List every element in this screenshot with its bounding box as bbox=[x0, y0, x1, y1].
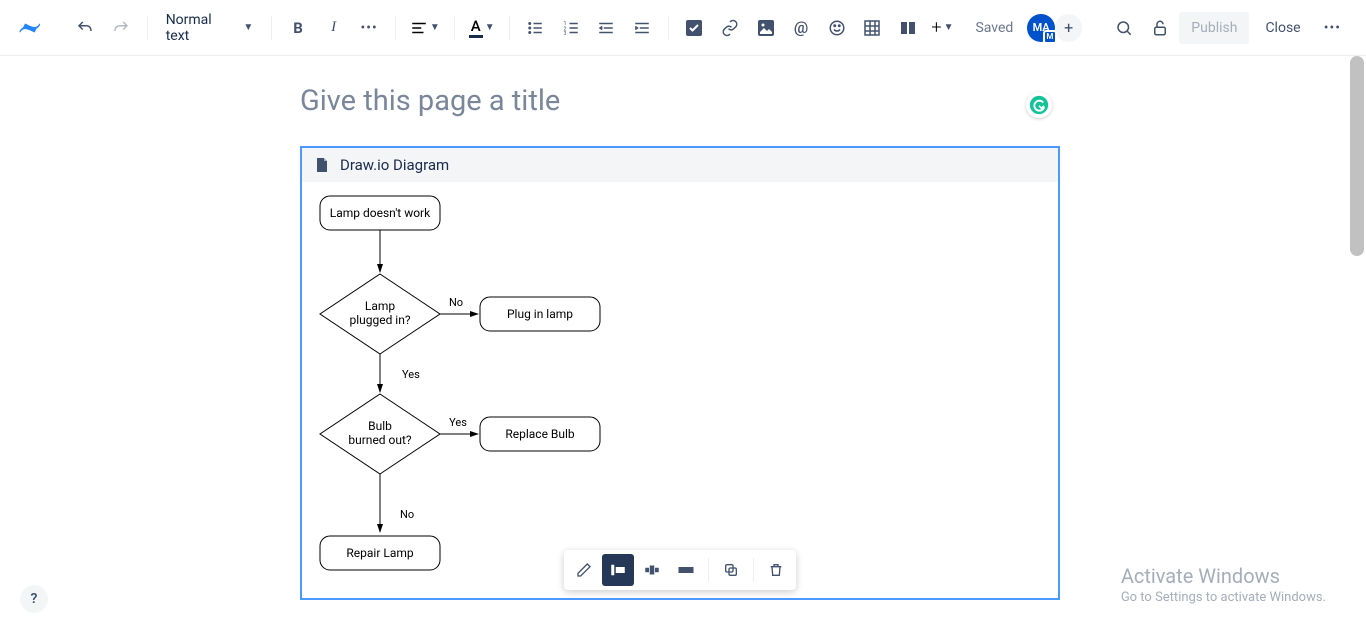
watermark-title: Activate Windows bbox=[1121, 564, 1326, 588]
insert-dropdown[interactable]: + ▼ bbox=[927, 12, 957, 44]
numbered-list-button[interactable]: 123 bbox=[555, 12, 587, 44]
page-title-input[interactable]: Give this page a title bbox=[300, 84, 1060, 118]
help-button[interactable]: ? bbox=[20, 585, 48, 613]
svg-text:Repair Lamp: Repair Lamp bbox=[346, 546, 413, 560]
svg-text:Lamp doesn't work: Lamp doesn't work bbox=[330, 206, 431, 220]
emoji-button[interactable] bbox=[821, 12, 853, 44]
saved-status: Saved bbox=[975, 20, 1013, 36]
alignment-dropdown[interactable]: ▼ bbox=[406, 12, 444, 44]
separator bbox=[509, 16, 510, 40]
grammarly-icon[interactable] bbox=[1026, 92, 1052, 118]
svg-text:plugged in?: plugged in? bbox=[349, 313, 410, 327]
text-style-label: Normal text bbox=[166, 12, 238, 44]
italic-button[interactable]: I bbox=[318, 12, 350, 44]
invite-button[interactable]: + bbox=[1055, 14, 1083, 42]
copy-button[interactable] bbox=[715, 554, 747, 586]
document-icon bbox=[314, 157, 330, 173]
svg-text:burned out?: burned out? bbox=[348, 433, 412, 447]
image-button[interactable] bbox=[750, 12, 782, 44]
separator bbox=[147, 16, 148, 40]
align-left-button[interactable] bbox=[602, 554, 634, 586]
chevron-down-icon: ▼ bbox=[243, 22, 253, 33]
svg-text:3: 3 bbox=[563, 30, 566, 36]
separator bbox=[454, 16, 455, 40]
separator bbox=[668, 16, 669, 40]
undo-button[interactable] bbox=[70, 12, 102, 44]
editor-toolbar: Normal text ▼ B I ••• ▼ A ▼ 123 @ + ▼ Sa… bbox=[0, 0, 1366, 56]
windows-watermark: Activate Windows Go to Settings to activ… bbox=[1121, 564, 1326, 605]
chevron-down-icon: ▼ bbox=[944, 22, 954, 33]
align-center-button[interactable] bbox=[636, 554, 668, 586]
text-color-dropdown[interactable]: A ▼ bbox=[465, 12, 499, 44]
separator bbox=[271, 16, 272, 40]
more-formatting-button[interactable]: ••• bbox=[353, 12, 385, 44]
svg-text:Replace Bulb: Replace Bulb bbox=[505, 427, 575, 441]
layouts-button[interactable] bbox=[892, 12, 924, 44]
svg-text:Bulb: Bulb bbox=[368, 419, 392, 433]
restrictions-button[interactable] bbox=[1144, 12, 1176, 44]
editor-area: Give this page a title Draw.io Diagram L… bbox=[0, 56, 1366, 600]
separator bbox=[753, 558, 754, 582]
separator bbox=[708, 558, 709, 582]
close-button[interactable]: Close bbox=[1253, 12, 1312, 44]
table-button[interactable] bbox=[856, 12, 888, 44]
delete-button[interactable] bbox=[760, 554, 792, 586]
flowchart-diagram: Lamp doesn't work Lamp plugged in? No Pl… bbox=[310, 190, 1050, 590]
find-button[interactable] bbox=[1108, 12, 1140, 44]
bold-button[interactable]: B bbox=[282, 12, 314, 44]
chevron-down-icon: ▼ bbox=[430, 22, 440, 33]
chevron-down-icon: ▼ bbox=[485, 22, 495, 33]
watermark-sub: Go to Settings to activate Windows. bbox=[1121, 590, 1326, 605]
edit-button[interactable] bbox=[568, 554, 600, 586]
indent-button[interactable] bbox=[626, 12, 658, 44]
svg-text:Yes: Yes bbox=[449, 416, 467, 429]
macro-body: Lamp doesn't work Lamp plugged in? No Pl… bbox=[302, 182, 1058, 598]
action-item-button[interactable] bbox=[679, 12, 711, 44]
svg-text:Yes: Yes bbox=[402, 368, 420, 381]
align-wide-button[interactable] bbox=[670, 554, 702, 586]
svg-text:No: No bbox=[400, 508, 414, 521]
mention-button[interactable]: @ bbox=[785, 12, 817, 44]
separator bbox=[395, 16, 396, 40]
outdent-button[interactable] bbox=[591, 12, 623, 44]
redo-button[interactable] bbox=[105, 12, 137, 44]
macro-floating-toolbar bbox=[564, 550, 796, 590]
macro-title: Draw.io Diagram bbox=[340, 156, 449, 174]
avatar-badge: M bbox=[1043, 30, 1057, 44]
drawio-macro[interactable]: Draw.io Diagram Lamp doesn't work Lamp p… bbox=[300, 146, 1060, 600]
text-style-dropdown[interactable]: Normal text ▼ bbox=[158, 12, 262, 44]
user-avatar[interactable]: MA M bbox=[1027, 14, 1055, 42]
svg-text:Lamp: Lamp bbox=[365, 299, 396, 313]
svg-text:No: No bbox=[449, 296, 463, 309]
confluence-logo bbox=[18, 16, 42, 40]
bullet-list-button[interactable] bbox=[520, 12, 552, 44]
link-button[interactable] bbox=[714, 12, 746, 44]
publish-button[interactable]: Publish bbox=[1179, 12, 1249, 44]
scrollbar[interactable] bbox=[1350, 56, 1364, 256]
svg-text:Plug in lamp: Plug in lamp bbox=[507, 307, 573, 321]
macro-header: Draw.io Diagram bbox=[302, 148, 1058, 182]
more-actions-button[interactable]: ••• bbox=[1317, 12, 1349, 44]
